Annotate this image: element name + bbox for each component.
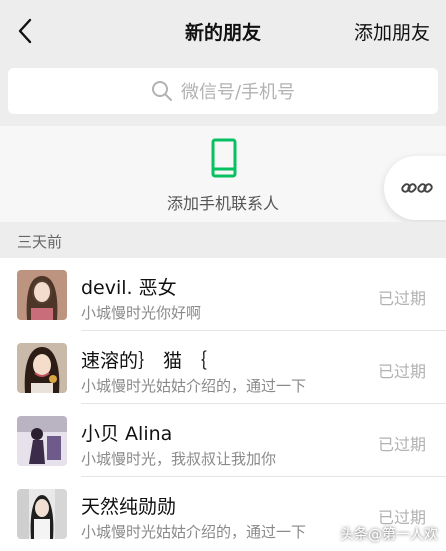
list-item[interactable]: 小贝 Alina 小城慢时光，我叔叔让我加你 已过期 — [0, 404, 446, 477]
navbar: 新的朋友 添加朋友 — [0, 0, 446, 62]
search-icon — [151, 81, 172, 101]
request-message: 小城慢时光，我叔叔让我加你 — [81, 450, 277, 468]
avatar — [17, 416, 67, 466]
floating-link-button[interactable] — [384, 156, 446, 220]
avatar — [17, 343, 67, 393]
avatar — [17, 270, 67, 320]
watermark: 头条@第一人欢 — [340, 527, 438, 543]
request-message: 小城慢时光你好啊 — [81, 304, 202, 322]
request-status: 已过期 — [377, 289, 426, 308]
requester-name: 天然纯勋勋 — [81, 496, 177, 518]
section-header: 三天前 — [0, 222, 446, 258]
request-status: 已过期 — [377, 362, 426, 381]
phone-icon — [211, 138, 237, 178]
request-status: 已过期 — [377, 435, 426, 454]
requester-name: 速溶的｝ 猫 ｛ — [81, 350, 208, 372]
avatar — [17, 489, 67, 539]
request-message: 小城慢时光姑姑介绍的，通过一下 — [81, 523, 307, 541]
requester-name: 小贝 Alina — [81, 423, 173, 445]
search-area: 微信号/手机号 — [0, 62, 446, 126]
list-item[interactable]: devil. 恶女 小城慢时光你好啊 已过期 — [0, 258, 446, 331]
section-label: 三天前 — [17, 233, 63, 251]
request-message: 小城慢时光姑姑介绍的，通过一下 — [81, 377, 307, 395]
add-phone-contacts-label: 添加手机联系人 — [166, 194, 279, 213]
search-placeholder: 微信号/手机号 — [180, 82, 296, 103]
link-icon — [401, 183, 433, 193]
requester-name: devil. 恶女 — [81, 277, 177, 299]
list-item[interactable]: 速溶的｝ 猫 ｛ 小城慢时光姑姑介绍的，通过一下 已过期 — [0, 331, 446, 404]
friend-request-list: devil. 恶女 小城慢时光你好啊 已过期 速溶的｝ 猫 ｛ 小城慢时光姑姑介… — [0, 258, 446, 551]
add-phone-contacts[interactable]: 添加手机联系人 — [0, 126, 446, 222]
add-friend-button[interactable]: 添加朋友 — [354, 18, 430, 45]
search-input[interactable]: 微信号/手机号 — [8, 68, 438, 114]
